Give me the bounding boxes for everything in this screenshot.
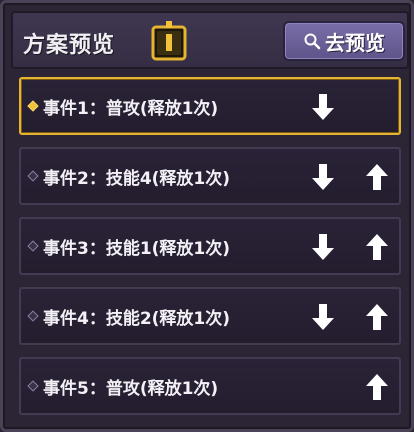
arrow-up-icon[interactable] [363, 302, 391, 332]
arrow-up-icon[interactable] [363, 372, 391, 402]
arrow-down-icon[interactable] [309, 232, 337, 262]
bullet-diamond-icon [27, 240, 39, 252]
go-preview-label: 去预览 [325, 30, 385, 55]
event-row[interactable]: 事件2：技能4(释放1次) [19, 147, 401, 205]
event-label: 事件2：技能4(释放1次) [43, 169, 231, 189]
arrow-down-icon[interactable] [309, 302, 337, 332]
bullet-diamond-icon [27, 380, 39, 392]
arrow-down-icon[interactable] [309, 92, 337, 122]
event-label: 事件3：技能1(释放1次) [43, 239, 231, 259]
event-label: 事件4：技能2(释放1次) [43, 309, 231, 329]
bullet-diamond-icon [27, 170, 39, 182]
panel-header: 方案预览 去预览 [11, 11, 409, 69]
plan-preview-panel: 方案预览 去预览 事件1：普攻(释放1次) 事件2：技能4(释放1次) 事件3：… [0, 0, 414, 432]
search-icon [304, 33, 321, 50]
arrow-down-icon[interactable] [309, 162, 337, 192]
event-label: 事件1：普攻(释放1次) [43, 99, 219, 119]
go-preview-button[interactable]: 去预览 [283, 21, 405, 61]
event-row[interactable]: 事件1：普攻(释放1次) [19, 77, 401, 135]
event-row[interactable]: 事件4：技能2(释放1次) [19, 287, 401, 345]
panel-title: 方案预览 [23, 33, 116, 58]
info-icon[interactable] [149, 19, 189, 63]
arrow-up-icon[interactable] [363, 162, 391, 192]
bullet-diamond-icon [27, 310, 39, 322]
arrow-up-icon[interactable] [363, 232, 391, 262]
event-row[interactable]: 事件5：普攻(释放1次) [19, 357, 401, 415]
event-row[interactable]: 事件3：技能1(释放1次) [19, 217, 401, 275]
bullet-diamond-icon [27, 100, 39, 112]
event-label: 事件5：普攻(释放1次) [43, 379, 219, 399]
